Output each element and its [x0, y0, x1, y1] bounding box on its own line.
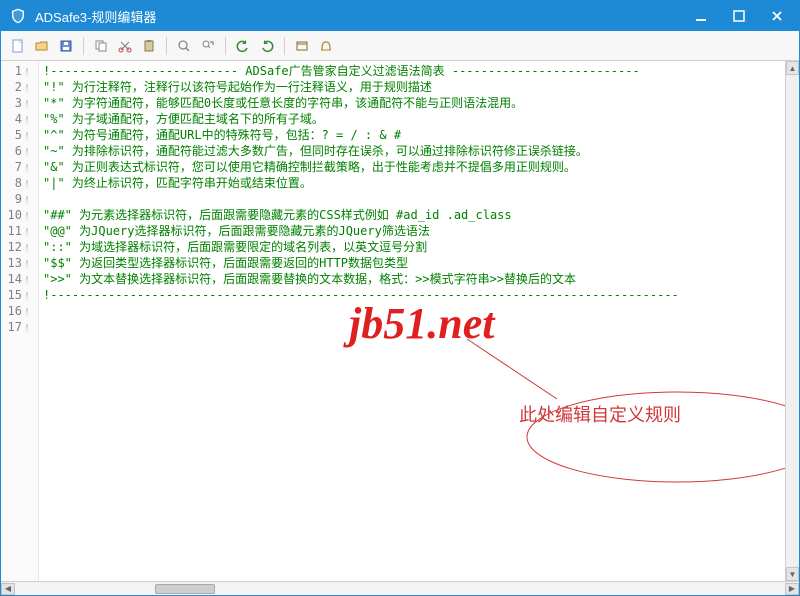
line-number-gutter: 1!2!3!4!5!6!7!8!9!10!11!12!13!14!15!16!1…: [1, 61, 39, 581]
code-line: [43, 303, 781, 319]
line-number: 5!: [1, 127, 38, 143]
toolbar-separator: [83, 37, 84, 55]
code-line: [43, 319, 781, 335]
find-replace-button[interactable]: [197, 35, 219, 57]
open-file-button[interactable]: [31, 35, 53, 57]
copy-button[interactable]: [90, 35, 112, 57]
cut-button[interactable]: [114, 35, 136, 57]
scroll-up-arrow[interactable]: ▲: [786, 61, 799, 75]
window-title: ADSafe3-规则编辑器: [35, 7, 683, 26]
title-bar[interactable]: ADSafe3-规则编辑器: [1, 1, 799, 31]
minimize-button[interactable]: [683, 5, 719, 27]
code-line: "~" 为排除标识符，通配符能过滤大多数广告，但同时存在误杀，可以通过排除标识符…: [43, 143, 781, 159]
code-line: "@@" 为JQuery选择器标识符，后面跟需要隐藏元素的JQuery筛选语法: [43, 223, 781, 239]
line-number: 13!: [1, 255, 38, 271]
scroll-left-arrow[interactable]: ◀: [1, 583, 15, 595]
line-number: 11!: [1, 223, 38, 239]
settings-button[interactable]: [291, 35, 313, 57]
vertical-scrollbar[interactable]: ▲ ▼: [785, 61, 799, 581]
toolbar-separator: [166, 37, 167, 55]
code-line: "%" 为子域通配符，方便匹配主域名下的所有子域。: [43, 111, 781, 127]
toolbar-separator: [284, 37, 285, 55]
editor-area: 1!2!3!4!5!6!7!8!9!10!11!12!13!14!15!16!1…: [1, 61, 799, 581]
find-button[interactable]: [173, 35, 195, 57]
horizontal-scrollbar[interactable]: ◀ ▶: [1, 581, 799, 595]
save-button[interactable]: [55, 35, 77, 57]
line-number: 16!: [1, 303, 38, 319]
toolbar: [1, 31, 799, 61]
code-line: "*" 为字符通配符，能够匹配0长度或任意长度的字符串，该通配符不能与正则语法混…: [43, 95, 781, 111]
maximize-button[interactable]: [721, 5, 757, 27]
line-number: 9!: [1, 191, 38, 207]
annotation-text: 此处编辑自定义规则: [519, 407, 681, 423]
line-number: 14!: [1, 271, 38, 287]
code-line: !---------------------------------------…: [43, 287, 781, 303]
line-number: 4!: [1, 111, 38, 127]
code-line: "$$" 为返回类型选择器标识符，后面跟需要返回的HTTP数据包类型: [43, 255, 781, 271]
code-editor[interactable]: !-------------------------- ADSafe广告管家自定…: [39, 61, 785, 581]
paste-button[interactable]: [138, 35, 160, 57]
scroll-down-arrow[interactable]: ▼: [786, 567, 799, 581]
annotation-callout: 此处编辑自定义规则: [459, 371, 769, 471]
code-line: !-------------------------- ADSafe广告管家自定…: [43, 63, 781, 79]
help-button[interactable]: [315, 35, 337, 57]
code-line: "!" 为行注释符，注释行以该符号起始作为一行注释语义，用于规则描述: [43, 79, 781, 95]
code-line: "::" 为域选择器标识符，后面跟需要限定的域名列表，以英文逗号分割: [43, 239, 781, 255]
line-number: 8!: [1, 175, 38, 191]
code-line: "&" 为正则表达式标识符，您可以使用它精确控制拦截策略，出于性能考虑并不提倡多…: [43, 159, 781, 175]
redo-button[interactable]: [256, 35, 278, 57]
line-number: 12!: [1, 239, 38, 255]
code-line: "##" 为元素选择器标识符，后面跟需要隐藏元素的CSS样式例如 #ad_id …: [43, 207, 781, 223]
line-number: 6!: [1, 143, 38, 159]
scroll-right-arrow[interactable]: ▶: [785, 583, 799, 595]
line-number: 1!: [1, 63, 38, 79]
toolbar-separator: [225, 37, 226, 55]
line-number: 17!: [1, 319, 38, 335]
line-number: 2!: [1, 79, 38, 95]
code-line: "^" 为符号通配符，通配URL中的特殊符号，包括：? = / : & #: [43, 127, 781, 143]
line-number: 10!: [1, 207, 38, 223]
undo-button[interactable]: [232, 35, 254, 57]
scroll-thumb[interactable]: [155, 584, 215, 594]
code-line: ">>" 为文本替换选择器标识符，后面跟需要替换的文本数据，格式：>>模式字符串…: [43, 271, 781, 287]
new-file-button[interactable]: [7, 35, 29, 57]
window-controls: [683, 5, 795, 27]
line-number: 7!: [1, 159, 38, 175]
app-logo-icon: [9, 7, 27, 25]
line-number: 3!: [1, 95, 38, 111]
line-number: 15!: [1, 287, 38, 303]
code-line: [43, 191, 781, 207]
app-window: ADSafe3-规则编辑器 1!2: [0, 0, 800, 596]
close-button[interactable]: [759, 5, 795, 27]
code-line: "|" 为终止标识符，匹配字符串开始或结束位置。: [43, 175, 781, 191]
scroll-track[interactable]: [15, 583, 785, 595]
scroll-track[interactable]: [786, 75, 799, 567]
